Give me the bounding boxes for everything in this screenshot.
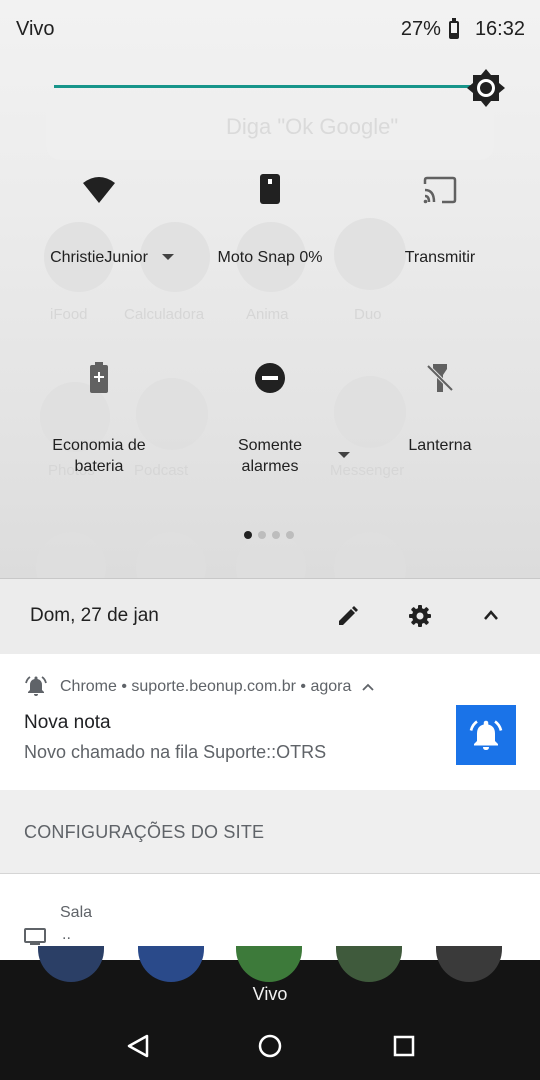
dock-app-icon[interactable] <box>336 946 402 982</box>
page-indicator <box>244 531 294 539</box>
status-bar: Vivo 27% 16:32 <box>0 0 540 58</box>
ghost-app-label: iFood <box>50 306 88 323</box>
chrome-notification[interactable]: Chrome • suporte.beonup.com.br • agora N… <box>0 654 540 790</box>
page-dot[interactable] <box>272 531 280 539</box>
notification-title: Nova nota <box>24 712 111 733</box>
partial-notification-title: Sala <box>60 904 93 921</box>
notification-thumbnail <box>456 705 516 765</box>
dock-app-icon[interactable] <box>38 946 104 982</box>
clock: 16:32 <box>474 18 525 40</box>
page-dot[interactable] <box>258 531 266 539</box>
page-dot[interactable] <box>244 531 252 539</box>
cast-icon <box>423 176 457 204</box>
dock-app-icon[interactable] <box>236 946 302 982</box>
quick-settings-footer: Dom, 27 de jan <box>0 578 540 655</box>
dock-app-icon[interactable] <box>138 946 204 982</box>
tile-label: Somente alarmes <box>180 435 360 477</box>
partial-notification-text: .. <box>62 926 71 943</box>
moto-snap-icon <box>260 174 280 204</box>
ghost-app-label: Duo <box>354 306 382 323</box>
battery-percent: 27% <box>400 18 441 40</box>
carrier-label: Vivo <box>252 984 288 1004</box>
chevron-down-icon[interactable] <box>162 254 174 260</box>
notification-text: Novo chamado na fila Suporte::OTRS <box>24 742 327 762</box>
chevron-down-icon[interactable] <box>338 452 350 458</box>
page-dot[interactable] <box>286 531 294 539</box>
tile-label: Lanterna <box>408 437 472 454</box>
date-label: Dom, 27 de jan <box>30 605 159 626</box>
monitor-icon <box>24 928 46 945</box>
tile-label-line: Economia de <box>52 437 146 454</box>
tile-label: Transmitir <box>404 249 476 266</box>
home-icon[interactable] <box>250 1026 290 1066</box>
battery-icon <box>448 17 459 39</box>
site-settings-label: CONFIGURAÇÕES DO SITE <box>24 822 265 842</box>
site-settings-section[interactable]: CONFIGURAÇÕES DO SITE <box>0 790 540 874</box>
tile-label: Moto Snap 0% <box>217 249 323 266</box>
recents-icon[interactable] <box>384 1026 424 1066</box>
battery-fill <box>450 32 457 37</box>
tile-label-line: Somente <box>237 437 303 454</box>
carrier-name: Vivo <box>16 18 55 40</box>
do-not-disturb-icon <box>255 363 285 393</box>
tile-label: Economia de bateria <box>9 435 189 477</box>
navigation-bar <box>0 1006 540 1080</box>
tile-label-line: bateria <box>74 458 124 475</box>
dock-app-icon[interactable] <box>436 946 502 982</box>
tile-label-line: alarmes <box>241 458 299 475</box>
back-icon[interactable] <box>118 1026 158 1066</box>
brightness-slider[interactable] <box>54 85 472 88</box>
notification-header: Chrome • suporte.beonup.com.br • agora <box>60 678 374 696</box>
wifi-icon <box>83 177 115 203</box>
notification-bell-icon <box>25 676 47 696</box>
settings-icon[interactable] <box>408 604 432 628</box>
flashlight-off-icon <box>426 364 454 392</box>
battery-saver-icon <box>90 362 108 393</box>
ghost-app-label: Anima <box>246 306 289 323</box>
brightness-icon[interactable] <box>466 68 506 108</box>
home-dock: Vivo <box>0 946 540 1006</box>
ghost-search-text: Diga "Ok Google" <box>226 114 399 139</box>
ghost-app-label: Calculadora <box>124 306 205 323</box>
chevron-up-icon[interactable] <box>362 683 374 691</box>
notification-header-text: Chrome • suporte.beonup.com.br • agora <box>60 678 352 695</box>
status-right-group: 27% 16:32 <box>400 17 525 41</box>
collapse-icon[interactable] <box>483 609 499 621</box>
edit-icon[interactable] <box>337 605 359 627</box>
alarm-bell-icon <box>469 720 503 750</box>
